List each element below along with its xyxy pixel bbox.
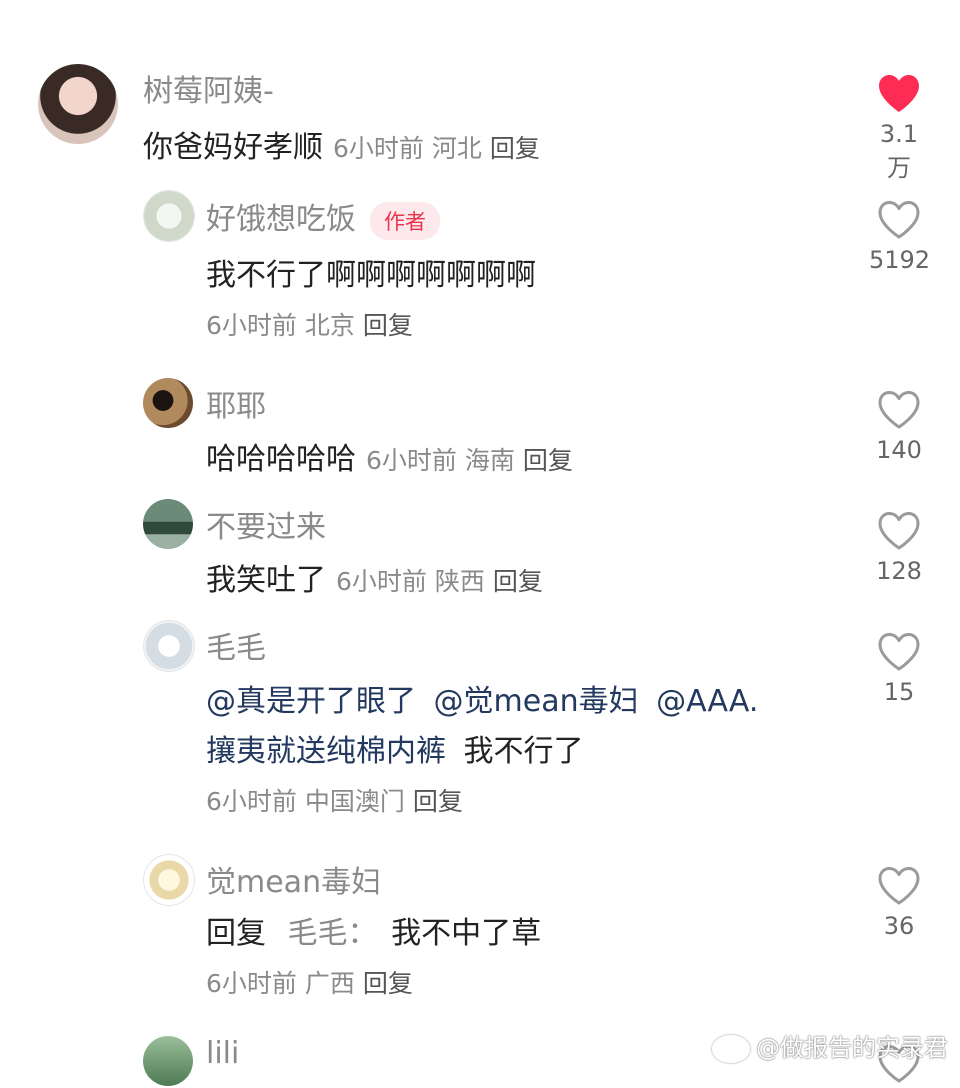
comment-time: 6小时前: [206, 969, 297, 998]
mention-link[interactable]: @AAA.: [656, 684, 758, 719]
comment-username[interactable]: 不要过来: [206, 502, 326, 546]
comment-row: 你爸妈好孝顺 6小时前 河北 回复: [143, 122, 540, 166]
author-badge: 作者: [370, 201, 440, 240]
like-button[interactable]: 128: [869, 511, 929, 585]
avatar[interactable]: [143, 378, 193, 428]
comment-time: 6小时前: [206, 311, 297, 340]
comment-location: 海南: [464, 446, 515, 475]
like-count: 3.1万: [879, 120, 919, 182]
like-button[interactable]: 3.1万: [869, 74, 929, 183]
comment-row: 哈哈哈哈哈 6小时前 海南 回复: [206, 434, 573, 478]
like-count: 140: [876, 436, 922, 464]
comment-location: 北京: [304, 311, 355, 340]
like-button[interactable]: 5192: [869, 200, 931, 274]
mention-link[interactable]: @真是开了眼了: [206, 684, 416, 719]
like-count: 36: [883, 912, 915, 940]
comment-text: 哈哈哈哈哈: [206, 442, 356, 477]
watermark: @做报告的实录君: [712, 1028, 948, 1063]
like-count: 128: [876, 557, 922, 585]
weibo-icon: [712, 1035, 750, 1063]
like-count: 5192: [869, 246, 931, 274]
avatar[interactable]: [143, 499, 193, 549]
reply-button[interactable]: 回复: [493, 567, 543, 596]
comment-time: 6小时前: [206, 787, 297, 816]
comment-meta: 6小时前 北京 回复: [206, 306, 413, 342]
comment-username[interactable]: 觉mean毒妇: [206, 857, 381, 901]
like-count: 15: [883, 678, 915, 706]
mention-link[interactable]: 攘夷就送纯棉内裤: [206, 734, 446, 769]
comment-username: 好饿想吃饭 作者: [206, 194, 440, 240]
comment-location: 河北: [431, 134, 482, 163]
comment-text: 我不中了草: [391, 916, 542, 951]
comment-username[interactable]: 树莓阿姨-: [143, 66, 274, 110]
reply-to-user[interactable]: 毛毛：: [288, 916, 378, 951]
comment-text: 我笑吐了: [206, 563, 326, 598]
heart-outline-icon: [878, 391, 920, 429]
comment-text: 我不行了: [463, 734, 584, 769]
comment-text-line-1: @真是开了眼了 @觉mean毒妇 @AAA.: [206, 676, 758, 720]
comment-location: 广西: [304, 969, 355, 998]
comment-time: 6小时前: [333, 134, 424, 163]
like-button[interactable]: 36: [869, 866, 929, 940]
comment-meta: 6小时前 中国澳门 回复: [206, 782, 463, 818]
reply-button[interactable]: 回复: [523, 446, 573, 475]
comment-location: 陕西: [434, 567, 485, 596]
comment-location: 中国澳门: [304, 787, 405, 816]
watermark-text: @做报告的实录君: [756, 1034, 948, 1062]
avatar[interactable]: [143, 854, 195, 906]
avatar[interactable]: [143, 620, 195, 672]
comment-username[interactable]: 耶耶: [206, 381, 266, 425]
heart-outline-icon: [878, 633, 920, 671]
comment-time: 6小时前: [336, 567, 427, 596]
comment-text: 你爸妈好孝顺: [143, 130, 323, 165]
avatar[interactable]: [143, 1036, 193, 1086]
comment-row: 回复 毛毛： 我不中了草: [206, 908, 541, 952]
heart-outline-icon: [878, 867, 920, 905]
reply-button[interactable]: 回复: [413, 787, 463, 816]
comment-row: 我笑吐了 6小时前 陕西 回复: [206, 555, 543, 599]
comment-text: 我不行了啊啊啊啊啊啊啊: [206, 258, 536, 293]
comment-username[interactable]: 毛毛: [206, 623, 266, 667]
heart-outline-icon: [878, 201, 920, 239]
like-button[interactable]: 140: [869, 390, 929, 464]
comment-username-label[interactable]: 好饿想吃饭: [206, 202, 356, 237]
heart-filled-icon: [879, 75, 919, 112]
comment-time: 6小时前: [366, 446, 457, 475]
reply-prefix: 回复: [206, 916, 266, 951]
comment-text-line-2: 攘夷就送纯棉内裤 我不行了: [206, 726, 584, 770]
avatar[interactable]: [143, 190, 195, 242]
reply-button[interactable]: 回复: [363, 311, 413, 340]
mention-link[interactable]: @觉mean毒妇: [434, 684, 639, 719]
heart-outline-icon: [878, 512, 920, 550]
like-button[interactable]: 15: [869, 632, 929, 706]
comment-meta: 6小时前 广西 回复: [206, 964, 413, 1000]
reply-button[interactable]: 回复: [490, 134, 540, 163]
avatar[interactable]: [38, 64, 118, 144]
reply-button[interactable]: 回复: [363, 969, 413, 998]
